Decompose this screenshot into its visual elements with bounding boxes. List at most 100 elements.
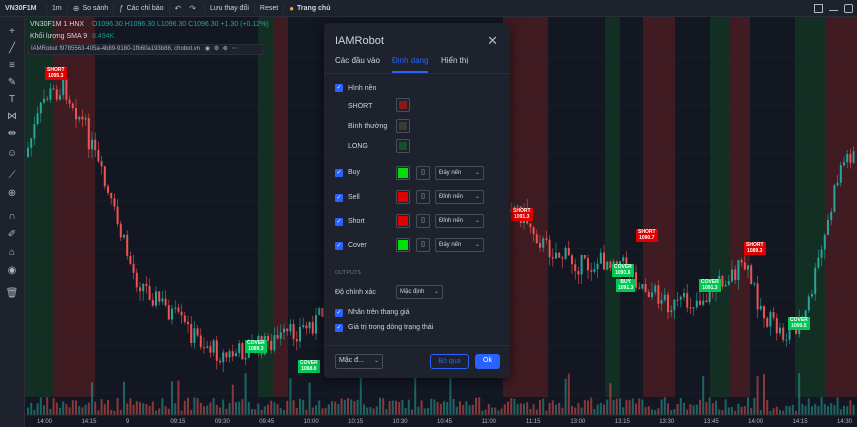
ruler-icon[interactable]: ⟋	[5, 169, 19, 183]
candle	[78, 116, 81, 120]
cover-position-select[interactable]: Đáy nến ⌄	[435, 238, 484, 252]
short-position-select[interactable]: Đỉnh nến ⌄	[435, 214, 484, 228]
sell-color-swatch[interactable]	[396, 190, 410, 204]
short-shape-button[interactable]: ▯	[416, 214, 430, 228]
candle	[318, 308, 321, 316]
undo-button[interactable]: ↶	[170, 0, 190, 17]
volume-bar	[577, 402, 580, 415]
trash-icon[interactable]: 🗑	[5, 287, 19, 301]
more-icon[interactable]: ⋯	[232, 46, 238, 52]
indicator-legend[interactable]: IAMRobot f9785563-405a-4b89-9180-1fb60a1…	[28, 44, 263, 55]
volume-bar	[215, 404, 218, 415]
candle	[49, 88, 52, 100]
zoom-icon[interactable]: ⊕	[5, 187, 19, 201]
volume-bar	[321, 408, 324, 415]
measure-icon[interactable]: ⇹	[5, 127, 19, 141]
time-tick-label: 10:45	[437, 419, 453, 425]
sell-position-select[interactable]: Đỉnh nến ⌄	[435, 190, 484, 204]
volume-bar	[574, 407, 577, 415]
candle	[737, 260, 740, 280]
cancel-button[interactable]: Bỏ qua	[430, 354, 469, 369]
text-icon[interactable]: T	[5, 93, 19, 107]
candle	[695, 300, 698, 308]
candle	[65, 78, 68, 100]
lock-icon[interactable]: ⌂	[5, 246, 19, 260]
tab-inputs[interactable]: Các đầu vào	[335, 56, 380, 73]
short-checkbox[interactable]: ✓	[335, 218, 343, 226]
background-checkbox[interactable]: ✓	[335, 84, 343, 92]
home-button[interactable]: ● Trang chủ	[284, 0, 335, 17]
crosshair-icon[interactable]: +	[5, 25, 19, 39]
camera-icon[interactable]	[844, 4, 853, 13]
brush-icon[interactable]: ✎	[5, 76, 19, 90]
candle	[241, 343, 244, 360]
eye-icon[interactable]: ◉	[5, 264, 19, 278]
volume-bar	[740, 406, 743, 415]
buy-color-swatch[interactable]	[396, 166, 410, 180]
horizontal-lines-icon[interactable]: ≡	[5, 59, 19, 73]
compare-button[interactable]: ⊕ So sánh	[68, 0, 113, 17]
tab-visibility[interactable]: Hiển thị	[441, 56, 468, 73]
eye-icon[interactable]: ◉	[205, 46, 210, 52]
interval-select[interactable]: 1m	[47, 0, 67, 17]
lock-drawing-icon[interactable]: ✐	[5, 228, 19, 242]
cover-color-swatch[interactable]	[396, 238, 410, 252]
volume-bar	[238, 401, 241, 415]
magnet-icon[interactable]: ∩	[5, 210, 19, 224]
cover-checkbox[interactable]: ✓	[335, 242, 343, 250]
candle	[606, 261, 609, 270]
volume-bar	[190, 409, 193, 415]
bg-normal-color-swatch[interactable]	[396, 119, 410, 133]
redo-button[interactable]: ↷	[189, 0, 204, 17]
trendline-icon[interactable]: ╱	[5, 42, 19, 56]
volume-bar	[727, 407, 730, 415]
bg-long-color-swatch[interactable]	[396, 139, 410, 153]
sell-checkbox[interactable]: ✓	[335, 194, 343, 202]
volume-bar	[535, 409, 538, 415]
candle	[171, 308, 173, 320]
candle	[228, 351, 231, 358]
reset-button[interactable]: Reset	[255, 0, 283, 17]
emoji-icon[interactable]: ☺	[5, 147, 19, 161]
volume-bar	[206, 405, 209, 415]
short-color-swatch[interactable]	[396, 214, 410, 228]
candle	[590, 270, 593, 272]
gear-icon[interactable]: ⚙	[214, 46, 219, 52]
volume-bar	[516, 403, 519, 415]
volume-bar	[779, 410, 781, 415]
minimize-icon[interactable]	[829, 6, 838, 11]
signal-label: COVER 1090.5	[788, 317, 810, 330]
candle	[657, 285, 660, 304]
ok-button[interactable]: Ok	[475, 354, 500, 369]
volume-bar	[455, 406, 458, 415]
indicators-button[interactable]: ƒ Các chỉ báo	[114, 0, 168, 17]
volume-bar	[286, 400, 289, 415]
buy-checkbox[interactable]: ✓	[335, 169, 343, 177]
volume-bar	[596, 404, 599, 415]
bg-short-color-swatch[interactable]	[396, 98, 410, 112]
cover-shape-button[interactable]: ▯	[416, 238, 430, 252]
time-tick-label: 14:00	[748, 419, 764, 425]
buy-shape-button[interactable]: ▯	[416, 166, 430, 180]
volume-bar	[260, 409, 263, 415]
defaults-dropdown[interactable]: Mặc đ... ⌄	[335, 354, 383, 369]
save-changes-button[interactable]: Lưu thay đổi	[205, 0, 254, 17]
status-line-values-checkbox[interactable]: ✓	[335, 324, 343, 332]
symbol-search[interactable]: VN30F1M	[0, 0, 46, 17]
candle	[68, 99, 71, 104]
candle	[638, 287, 641, 289]
volume-bar	[295, 407, 298, 415]
pattern-icon[interactable]: ⋈	[5, 110, 19, 124]
close-icon[interactable]: ✕	[487, 33, 498, 49]
fullscreen-icon[interactable]	[814, 4, 823, 13]
candle	[670, 310, 673, 313]
delete-icon[interactable]: ⊗	[223, 46, 228, 52]
precision-select[interactable]: Mặc định ⌄	[396, 285, 443, 299]
sell-shape-button[interactable]: ▯	[416, 190, 430, 204]
tab-style[interactable]: Định dạng	[392, 56, 429, 73]
volume-bar	[347, 398, 349, 415]
outputs-header: OUTPUTS	[335, 270, 361, 276]
buy-position-select[interactable]: Đáy nến ⌄	[435, 166, 484, 180]
price-scale-labels-checkbox[interactable]: ✓	[335, 309, 343, 317]
volume-bar	[804, 405, 807, 415]
